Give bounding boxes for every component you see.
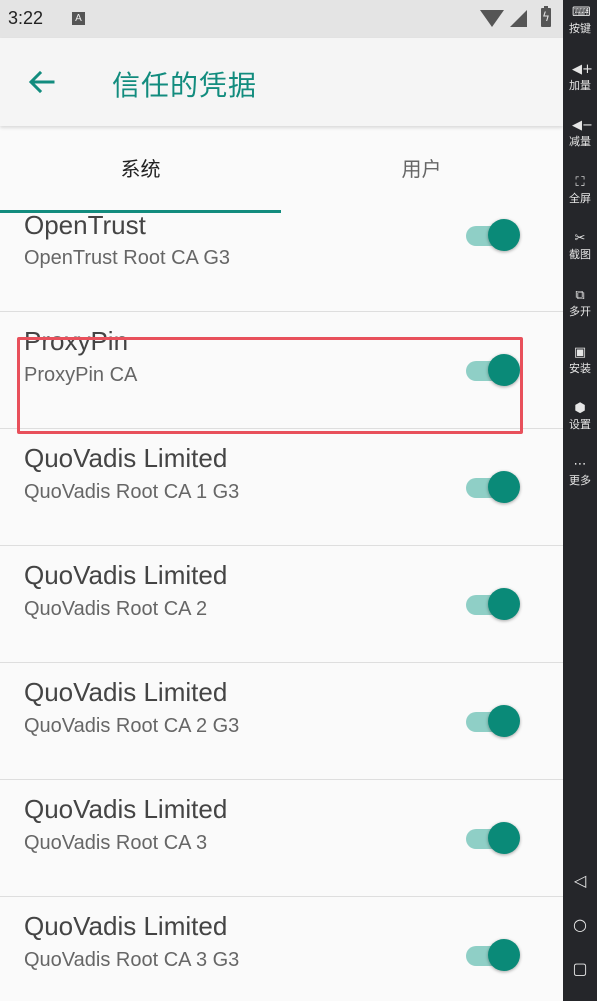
more-icon: ⋯ (573, 457, 587, 472)
certificate-subtitle: QuoVadis Root CA 1 G3 (24, 481, 240, 503)
certificate-toggle[interactable] (466, 821, 522, 857)
tab-bar: 系统 用户 (0, 127, 563, 213)
toolbar-label: 按键 (569, 22, 591, 35)
toolbar-label: 减量 (569, 135, 591, 148)
tab-system[interactable]: 系统 (0, 127, 281, 213)
fullscreen-icon: ⛶ (575, 175, 585, 190)
certificate-title: QuoVadis Limited (24, 911, 228, 941)
status-bar: 3:22 A ϟ (0, 0, 563, 38)
toolbar-keys-button[interactable]: ⌨ 按键 (563, 0, 597, 52)
certificate-title: QuoVadis Limited (24, 677, 228, 707)
divider (0, 779, 563, 780)
back-triangle-icon: ◁ (573, 871, 587, 890)
nav-recents-button[interactable]: ▢ (563, 954, 597, 984)
nav-back-button[interactable]: ◁ (563, 866, 597, 896)
toolbar-settings-button[interactable]: ⬢ 设置 (563, 396, 597, 448)
keyboard-icon: ⌨ (572, 5, 591, 20)
certificate-subtitle: QuoVadis Root CA 3 G3 (24, 949, 240, 971)
toolbar-screenshot-button[interactable]: ✂ 截图 (563, 226, 597, 278)
certificate-subtitle: OpenTrust Root CA G3 (24, 247, 231, 269)
certificate-list: OpenTrust OpenTrust Root CA G3 ProxyPin … (0, 213, 563, 1001)
certificate-subtitle: QuoVadis Root CA 2 G3 (24, 715, 240, 737)
nav-home-button[interactable]: ○ (563, 910, 597, 940)
page-title: 信任的凭据 (112, 69, 258, 102)
app-bar: 信任的凭据 (0, 38, 563, 126)
toolbar-label: 截图 (569, 248, 591, 261)
scissors-icon: ✂ (574, 231, 586, 246)
highlight-box (17, 337, 523, 434)
phone-screen: 3:22 A ϟ 信任的凭据 系统 用户 OpenTrust OpenTrust… (0, 0, 563, 1001)
back-button[interactable] (22, 62, 62, 102)
list-item[interactable]: QuoVadis Limited QuoVadis Root CA 1 G3 (0, 430, 563, 546)
certificate-title: QuoVadis Limited (24, 560, 228, 590)
volume-down-icon: ◀− (572, 118, 593, 133)
list-item[interactable]: QuoVadis Limited QuoVadis Root CA 3 (0, 781, 563, 897)
toolbar-volume-up-button[interactable]: ◀+ 加量 (563, 57, 597, 109)
toolbar-label: 加量 (569, 79, 591, 92)
emulator-toolbar: ⌨ 按键 ◀+ 加量 ◀− 减量 ⛶ 全屏 ✂ 截图 ⧉ 多开 ▣ 安装 ⬢ 设… (563, 0, 597, 1001)
list-item[interactable]: QuoVadis Limited QuoVadis Root CA 3 G3 (0, 898, 563, 1001)
list-item[interactable]: QuoVadis Limited QuoVadis Root CA 2 (0, 547, 563, 663)
certificate-subtitle: QuoVadis Root CA 2 (24, 598, 208, 620)
certificate-title: OpenTrust (24, 213, 146, 240)
certificate-toggle[interactable] (466, 587, 522, 623)
toolbar-label: 全屏 (569, 192, 591, 205)
toolbar-fullscreen-button[interactable]: ⛶ 全屏 (563, 170, 597, 222)
toolbar-label: 安装 (569, 362, 591, 375)
recents-square-icon: ▢ (572, 959, 588, 978)
toolbar-label: 多开 (569, 305, 591, 318)
settings-icon: ⬢ (574, 401, 586, 416)
certificate-title: QuoVadis Limited (24, 794, 228, 824)
certificate-title: QuoVadis Limited (24, 443, 228, 473)
status-time: 3:22 (8, 8, 44, 28)
signal-icon (510, 10, 527, 27)
tab-user[interactable]: 用户 (281, 127, 562, 213)
divider (0, 662, 563, 663)
list-item[interactable]: OpenTrust OpenTrust Root CA G3 (0, 213, 563, 312)
divider (0, 896, 563, 897)
toolbar-label: 设置 (569, 418, 591, 431)
notification-a-icon: A (72, 12, 85, 25)
divider (0, 311, 563, 312)
arrow-left-icon (28, 70, 55, 94)
list-item[interactable]: QuoVadis Limited QuoVadis Root CA 2 G3 (0, 664, 563, 780)
toolbar-install-button[interactable]: ▣ 安装 (563, 340, 597, 392)
certificate-toggle[interactable] (466, 938, 522, 974)
certificate-subtitle: QuoVadis Root CA 3 (24, 832, 208, 854)
volume-up-icon: ◀+ (572, 62, 593, 77)
certificate-toggle[interactable] (466, 470, 522, 506)
certificate-toggle[interactable] (466, 218, 522, 254)
apk-install-icon: ▣ (573, 345, 587, 360)
toolbar-multi-button[interactable]: ⧉ 多开 (563, 283, 597, 335)
multi-window-icon: ⧉ (575, 288, 585, 303)
toolbar-label: 更多 (569, 474, 591, 487)
toolbar-volume-down-button[interactable]: ◀− 减量 (563, 113, 597, 165)
divider (0, 545, 563, 546)
home-circle-icon: ○ (573, 915, 587, 934)
battery-charging-icon: ϟ (541, 6, 551, 27)
certificate-toggle[interactable] (466, 704, 522, 740)
toolbar-more-button[interactable]: ⋯ 更多 (563, 452, 597, 504)
wifi-icon (480, 10, 504, 27)
